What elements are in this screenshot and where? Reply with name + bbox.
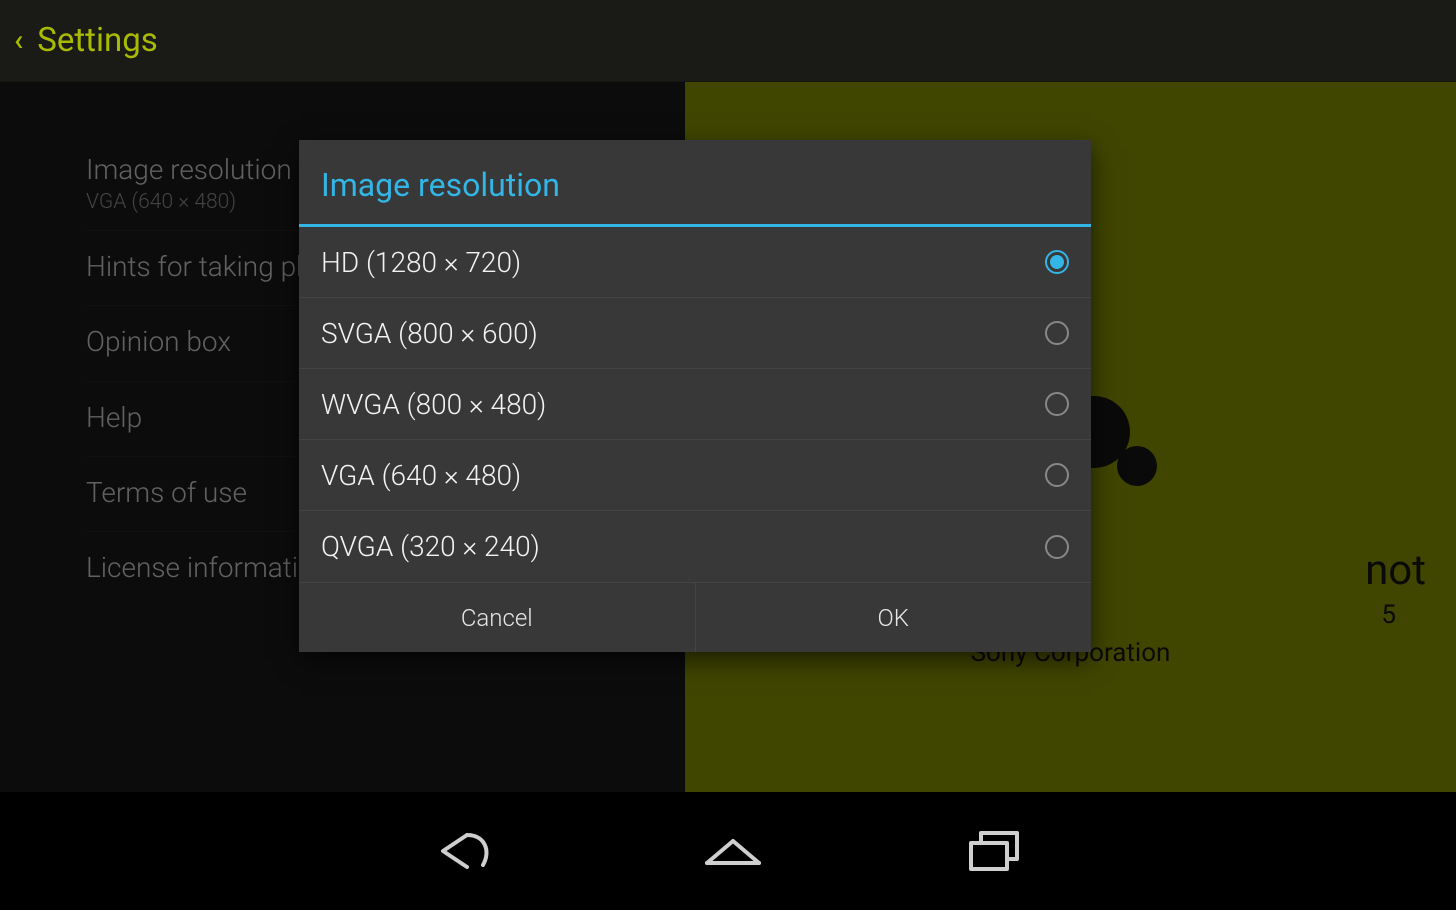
resolution-option-hd[interactable]: HD (1280 × 720) [299,227,1091,298]
about-app-name: not [1365,546,1426,595]
resolution-option-vga[interactable]: VGA (640 × 480) [299,440,1091,511]
action-bar: ‹ Settings [0,0,1456,82]
dialog-button-bar: Cancel OK [299,582,1091,652]
radio-icon [1045,392,1069,416]
radio-icon [1045,463,1069,487]
dialog-title: Image resolution [299,140,1091,227]
ok-button[interactable]: OK [696,583,1092,652]
nav-back-icon[interactable] [431,829,499,873]
radio-icon [1045,321,1069,345]
resolution-option-qvga[interactable]: QVGA (320 × 240) [299,511,1091,582]
option-label: SVGA (800 × 600) [321,317,538,350]
image-resolution-dialog: Image resolution HD (1280 × 720) SVGA (8… [299,140,1091,652]
navigation-bar [0,792,1456,910]
back-icon[interactable]: ‹ [14,26,29,56]
radio-icon [1045,250,1069,274]
resolution-option-svga[interactable]: SVGA (800 × 600) [299,298,1091,369]
app-logo-icon [1117,446,1157,486]
nav-recent-apps-icon[interactable] [967,829,1025,873]
page-title[interactable]: Settings [37,21,158,60]
option-label: QVGA (320 × 240) [321,530,540,563]
option-label: HD (1280 × 720) [321,246,521,279]
option-label: WVGA (800 × 480) [321,388,546,421]
screen: ‹ Settings Image resolution VGA (640 × 4… [0,0,1456,910]
dialog-options-list: HD (1280 × 720) SVGA (800 × 600) WVGA (8… [299,227,1091,582]
radio-icon [1045,535,1069,559]
option-label: VGA (640 × 480) [321,459,521,492]
cancel-button[interactable]: Cancel [299,583,696,652]
resolution-option-wvga[interactable]: WVGA (800 × 480) [299,369,1091,440]
nav-home-icon[interactable] [699,831,767,871]
about-version: 5 [1381,600,1396,630]
